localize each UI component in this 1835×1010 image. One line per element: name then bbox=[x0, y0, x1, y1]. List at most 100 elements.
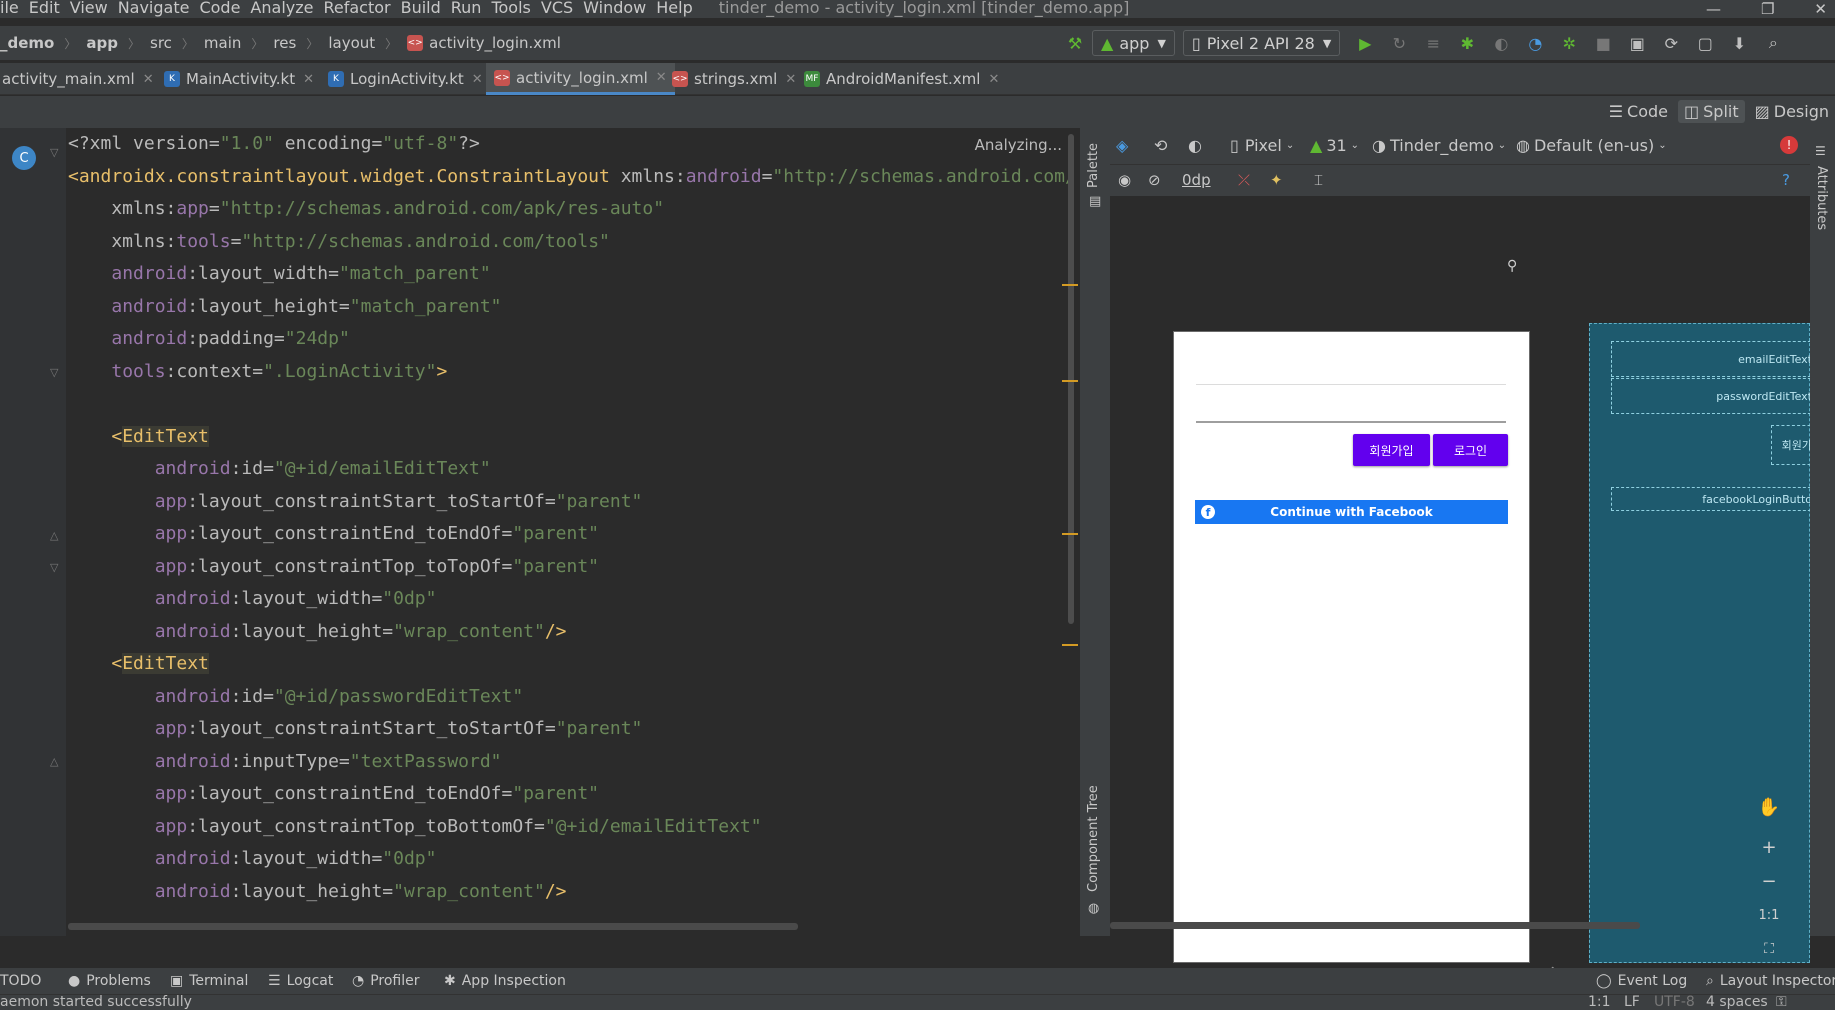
tab-login-activity[interactable]: K LoginActivity.kt ✕ bbox=[320, 63, 491, 95]
event-log-tab[interactable]: ◯ Event Log bbox=[1596, 973, 1687, 989]
code-line[interactable]: android:layout_height="wrap_content"/> bbox=[68, 616, 1068, 649]
build-hammer-icon[interactable]: ⚒ bbox=[1064, 32, 1086, 54]
code-line[interactable]: android:inputType="textPassword" bbox=[68, 746, 1068, 779]
profile-icon[interactable]: ◔ bbox=[1524, 32, 1546, 54]
password-edit-text[interactable] bbox=[1196, 421, 1506, 423]
email-edit-text[interactable] bbox=[1196, 384, 1506, 385]
pan-hand-icon[interactable]: ✋ bbox=[1753, 791, 1785, 823]
design-canvas[interactable]: ⚲ 회원가입 로그인 f Continue with Facebook emai… bbox=[1110, 196, 1821, 983]
code-text[interactable]: <?xml version="1.0" encoding="utf-8"?> <a… bbox=[68, 128, 1068, 908]
breadcrumb-layout[interactable]: layout bbox=[328, 34, 375, 52]
blueprint-facebook[interactable]: facebookLoginButto bbox=[1611, 487, 1821, 511]
close-icon[interactable]: ✕ bbox=[472, 72, 483, 87]
zoom-fit-icon[interactable]: ⛶ bbox=[1753, 933, 1785, 965]
menu-tools[interactable]: Tools bbox=[491, 0, 530, 17]
breadcrumb-app[interactable]: app bbox=[86, 34, 118, 52]
debug-icon[interactable]: ✱ bbox=[1456, 32, 1478, 54]
menu-run[interactable]: Run bbox=[451, 0, 482, 17]
run-icon[interactable]: ▶ bbox=[1354, 32, 1376, 54]
code-line[interactable]: android:layout_height="wrap_content"/> bbox=[68, 876, 1068, 909]
caret-position[interactable]: 1:1 bbox=[1588, 994, 1611, 1010]
breadcrumb-project[interactable]: _demo bbox=[0, 34, 54, 52]
tab-main-activity[interactable]: K MainActivity.kt ✕ bbox=[156, 63, 322, 95]
tab-activity-main[interactable]: activity_main.xml ✕ bbox=[0, 63, 162, 95]
palette-tab[interactable]: Palette bbox=[1086, 143, 1101, 188]
code-line[interactable]: xmlns:app="http://schemas.android.com/ap… bbox=[68, 193, 1068, 226]
component-tree-tab[interactable]: Component Tree bbox=[1086, 785, 1101, 892]
menu-vcs[interactable]: VCS bbox=[541, 0, 573, 17]
code-line[interactable]: android:layout_width="0dp" bbox=[68, 583, 1068, 616]
horizontal-scrollbar[interactable] bbox=[68, 923, 798, 930]
profiler-tab[interactable]: ◔ Profiler bbox=[352, 973, 420, 989]
code-line[interactable]: <?xml version="1.0" encoding="utf-8"?> bbox=[68, 128, 1068, 161]
menu-code[interactable]: Code bbox=[199, 0, 240, 17]
code-line[interactable] bbox=[68, 388, 1068, 421]
help-icon[interactable]: ? bbox=[1782, 171, 1790, 189]
tab-activity-login[interactable]: <> activity_login.xml ✕ bbox=[486, 63, 675, 95]
status-message[interactable]: aemon started successfully bbox=[0, 994, 192, 1010]
lock-icon[interactable]: ⚿ bbox=[1776, 994, 1787, 1010]
attach-debugger-icon[interactable]: ✲ bbox=[1558, 32, 1580, 54]
warning-marker[interactable] bbox=[1062, 284, 1078, 286]
apply-changes-icon[interactable]: ≡ bbox=[1422, 32, 1444, 54]
blueprint-email[interactable]: emailEditText bbox=[1611, 341, 1821, 377]
stop-icon[interactable]: ■ bbox=[1592, 32, 1614, 54]
breadcrumb-file[interactable]: activity_login.xml bbox=[429, 34, 561, 52]
attributes-tab[interactable]: Attributes bbox=[1814, 166, 1829, 230]
code-line[interactable]: app:layout_constraintStart_toStartOf="pa… bbox=[68, 486, 1068, 519]
tab-strings[interactable]: <> strings.xml ✕ bbox=[664, 63, 804, 95]
breadcrumb-main[interactable]: main bbox=[204, 34, 241, 52]
locale-select[interactable]: ◍ Default (en-us) ⌄ bbox=[1516, 136, 1667, 155]
code-line[interactable]: app:layout_constraintTop_toTopOf="parent… bbox=[68, 551, 1068, 584]
warning-marker[interactable] bbox=[1062, 380, 1078, 382]
autoconnect-icon[interactable]: ⊘ bbox=[1148, 171, 1161, 189]
warning-marker[interactable] bbox=[1062, 533, 1078, 535]
fold-icon[interactable]: ▽ bbox=[50, 561, 58, 574]
search-icon[interactable]: ⌕ bbox=[1762, 32, 1784, 54]
fold-icon[interactable]: △ bbox=[50, 755, 58, 768]
pin-icon[interactable]: ⚲ bbox=[1507, 258, 1517, 274]
zoom-actual-size[interactable]: 1:1 bbox=[1753, 899, 1785, 931]
close-icon[interactable]: ✕ bbox=[303, 72, 314, 87]
theme-select[interactable]: ◑ Tinder_demo ⌄ bbox=[1372, 136, 1506, 155]
menu-analyze[interactable]: Analyze bbox=[250, 0, 313, 17]
sync-gradle-icon[interactable]: ⟳ bbox=[1660, 32, 1682, 54]
device-select[interactable]: ▯ Pixel 2 API 28 ▼ bbox=[1182, 30, 1341, 56]
device-select[interactable]: ▯ Pixel ⌄ bbox=[1230, 136, 1294, 155]
avd-manager-icon[interactable]: ▢ bbox=[1694, 32, 1716, 54]
design-mode-button[interactable]: ▨ Design bbox=[1749, 100, 1835, 123]
blueprint-password[interactable]: passwordEditText bbox=[1611, 378, 1821, 414]
problems-tab[interactable]: ● Problems bbox=[68, 973, 151, 989]
terminal-tab[interactable]: ▣ Terminal bbox=[170, 973, 248, 989]
menu-window[interactable]: Window bbox=[583, 0, 646, 17]
warning-marker[interactable] bbox=[1062, 644, 1078, 646]
fold-icon[interactable]: ▽ bbox=[50, 146, 58, 159]
infer-constraints-icon[interactable]: ✦ bbox=[1270, 171, 1283, 189]
menu-refactor[interactable]: Refactor bbox=[323, 0, 390, 17]
clear-constraints-icon[interactable]: ⤫ bbox=[1238, 171, 1250, 189]
api-level-select[interactable]: ▲ 31 ⌄ bbox=[1310, 136, 1359, 155]
menu-build[interactable]: Build bbox=[401, 0, 441, 17]
breadcrumb-src[interactable]: src bbox=[150, 34, 172, 52]
code-line[interactable]: xmlns:tools="http://schemas.android.com/… bbox=[68, 226, 1068, 259]
menu-view[interactable]: View bbox=[70, 0, 108, 17]
menu-help[interactable]: Help bbox=[656, 0, 692, 17]
code-line[interactable]: android:id="@+id/emailEditText" bbox=[68, 453, 1068, 486]
menu-file[interactable]: ile bbox=[0, 0, 19, 17]
orientation-icon[interactable]: ⟲ bbox=[1154, 136, 1167, 155]
logcat-tab[interactable]: ☰ Logcat bbox=[268, 973, 333, 989]
code-line[interactable]: android:id="@+id/passwordEditText" bbox=[68, 681, 1068, 714]
view-options-icon[interactable]: ◉ bbox=[1118, 171, 1131, 189]
sdk-manager-icon[interactable]: ⬇ bbox=[1728, 32, 1750, 54]
design-surface-icon[interactable]: ◈ bbox=[1116, 136, 1128, 155]
code-line[interactable]: tools:context=".LoginActivity"> bbox=[68, 356, 1068, 389]
code-mode-button[interactable]: ☰ Code bbox=[1603, 100, 1674, 123]
code-line[interactable]: <androidx.constraintlayout.widget.Constr… bbox=[68, 161, 1068, 194]
activity-gutter-icon[interactable]: C bbox=[12, 146, 36, 170]
fold-icon[interactable]: ▽ bbox=[50, 366, 58, 379]
todo-tab[interactable]: TODO bbox=[0, 973, 41, 989]
close-icon[interactable]: ✕ bbox=[785, 72, 796, 87]
indent-setting[interactable]: 4 spaces bbox=[1706, 994, 1768, 1010]
file-encoding[interactable]: UTF-8 bbox=[1654, 994, 1695, 1010]
default-margin-select[interactable]: 0dp bbox=[1182, 171, 1211, 189]
